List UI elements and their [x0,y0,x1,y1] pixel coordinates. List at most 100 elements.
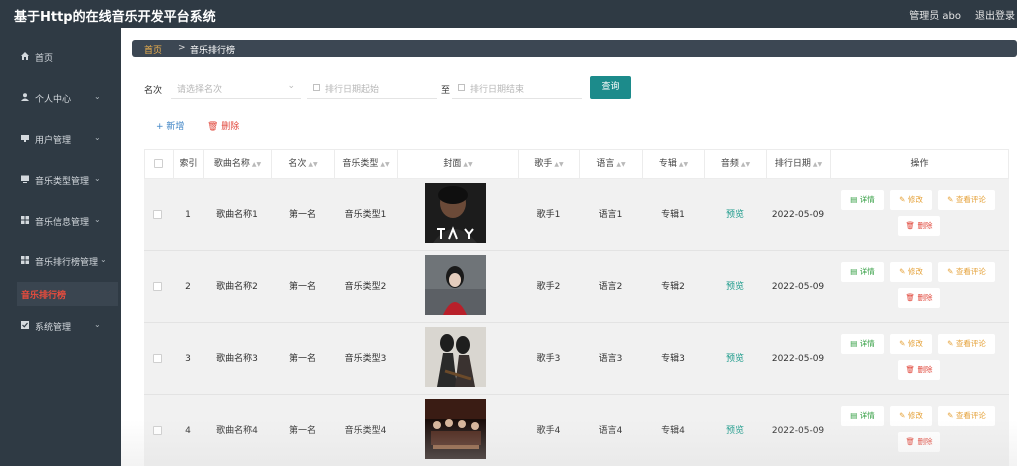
date-start-input[interactable]: 排行日期起始 [307,77,437,99]
cell-album: 专辑4 [661,426,685,436]
trash-icon: 🗑 [905,221,918,230]
cell-index: 1 [185,210,191,220]
table-row: 4 歌曲名称4 第一名 音乐类型4 歌手4 语言4 专辑4 预览 2022-05… [144,395,1009,466]
detail-button[interactable]: ▤ 详情 [841,190,884,210]
cell-song: 歌曲名称2 [216,282,258,292]
breadcrumb-home-link[interactable]: 首页 [144,43,162,56]
cell-song: 歌曲名称3 [216,354,258,364]
view-comments-button[interactable]: ✎ 查看评论 [938,334,995,354]
sidebar-item-label: 个人中心 [35,95,72,105]
rank-filter-label: 名次 [144,86,163,96]
column-header-song[interactable]: 歌曲名称 ▲▼ [204,150,272,178]
logout-link[interactable]: 退出登录 [975,7,1015,22]
edit-icon: ✎ [899,267,908,276]
sidebar-item-system-management[interactable]: 系统管理 ⌄ [0,311,121,341]
sidebar-item-home[interactable]: 首页 [0,42,121,72]
cell-rank: 第一名 [288,282,316,292]
batch-delete-button[interactable]: 🗑 删除 [207,119,239,132]
rank-select[interactable]: 请选择名次 ⌄ [171,77,301,99]
sidebar-item-label: 首页 [35,54,54,64]
column-header-audio[interactable]: 音频 ▲▼ [705,150,767,178]
cell-album: 专辑3 [661,354,685,364]
edit-button[interactable]: ✎ 修改 [890,406,932,426]
cell-singer: 歌手2 [536,282,561,292]
cell-date: 2022-05-09 [771,282,825,292]
sidebar-item-music-info-management[interactable]: 音乐信息管理 ⌄ [0,206,121,236]
audio-preview-link[interactable]: 预览 [704,251,766,323]
audio-preview-link[interactable]: 预览 [704,395,766,466]
row-checkbox[interactable] [153,426,162,435]
add-button[interactable]: + 新增 [156,119,184,132]
sidebar-subitem-music-ranking[interactable]: 音乐排行榜 [17,282,118,306]
column-header-type[interactable]: 音乐类型 ▲▼ [335,150,398,178]
column-header-album[interactable]: 专辑 ▲▼ [643,150,705,178]
row-actions: ▤ 详情 ✎ 修改 ✎ 查看评论 🗑 删除 [841,251,1006,323]
audio-preview-link[interactable]: 预览 [704,323,766,395]
table-row: 1 歌曲名称1 第一名 音乐类型1 歌手1 语言1 专辑1 预览 2022-05… [144,179,1009,251]
calendar-icon [313,84,320,91]
cell-type: 音乐类型3 [344,354,387,364]
sidebar-item-music-ranking-management[interactable]: 音乐排行榜管理 ⌄ [0,246,121,276]
batch-delete-label: 删除 [221,122,240,132]
cell-date: 2022-05-09 [771,426,825,436]
cell-song: 歌曲名称4 [216,426,258,436]
row-delete-button[interactable]: 🗑 删除 [898,432,940,452]
view-comments-button[interactable]: ✎ 查看评论 [938,190,995,210]
sort-icon: ▲▼ [463,161,473,168]
column-header-singer[interactable]: 歌手 ▲▼ [519,150,580,178]
trash-icon: 🗑 [905,437,918,446]
audio-preview-link[interactable]: 预览 [704,179,766,251]
sidebar-item-label: 用户管理 [35,136,72,146]
edit-button[interactable]: ✎ 修改 [890,334,932,354]
sidebar-item-user-management[interactable]: 用户管理 ⌄ [0,124,121,154]
album-cover-image [425,399,486,459]
cell-rank: 第一名 [288,354,316,364]
user-icon [21,93,29,101]
sort-icon: ▲▼ [740,161,751,168]
card-icon [21,135,29,142]
detail-button[interactable]: ▤ 详情 [841,262,884,282]
cell-index: 3 [185,354,191,364]
row-delete-button[interactable]: 🗑 删除 [898,360,940,380]
cell-language: 语言2 [598,282,623,292]
select-all-checkbox[interactable] [154,159,163,168]
edit-icon: ✎ [899,195,908,204]
chevron-down-icon: ⌄ [94,215,101,224]
sort-icon: ▲▼ [380,161,390,168]
row-delete-button[interactable]: 🗑 删除 [898,216,940,236]
row-checkbox[interactable] [153,210,162,219]
row-checkbox[interactable] [153,282,162,291]
column-header-language[interactable]: 语言 ▲▼ [580,150,643,178]
sidebar: 首页 个人中心 ⌄ 用户管理 ⌄ 音乐类型管理 ⌄ 音乐信息管理 ⌄ 音乐排行榜… [0,28,121,466]
breadcrumb-separator: > [178,43,186,53]
column-header-rank[interactable]: 名次 ▲▼ [272,150,335,178]
edit-icon: ✎ [947,267,956,276]
view-comments-button[interactable]: ✎ 查看评论 [938,406,995,426]
row-delete-button[interactable]: 🗑 删除 [898,288,940,308]
row-actions: ▤ 详情 ✎ 修改 ✎ 查看评论 🗑 删除 [841,179,1006,251]
query-button[interactable]: 查询 [590,76,631,99]
sidebar-item-music-type-management[interactable]: 音乐类型管理 ⌄ [0,165,121,195]
document-icon: ▤ [850,267,860,276]
edit-button[interactable]: ✎ 修改 [890,190,932,210]
sort-icon: ▲▼ [308,161,318,168]
column-header-actions: 操作 [910,159,929,169]
date-end-input[interactable]: 排行日期结束 [452,77,582,99]
date-end-placeholder: 排行日期结束 [470,85,525,95]
cell-song: 歌曲名称1 [216,210,258,220]
cell-type: 音乐类型1 [344,210,387,220]
sidebar-item-personal-center[interactable]: 个人中心 ⌄ [0,83,121,113]
column-header-date[interactable]: 排行日期 ▲▼ [767,150,831,178]
row-checkbox[interactable] [153,354,162,363]
cell-type: 音乐类型2 [344,282,387,292]
edit-button[interactable]: ✎ 修改 [890,262,932,282]
column-header-cover[interactable]: 封面 ▲▼ [398,150,519,178]
chevron-down-icon: ⌄ [94,320,101,329]
detail-button[interactable]: ▤ 详情 [841,406,884,426]
cell-singer: 歌手1 [536,210,561,220]
view-comments-button[interactable]: ✎ 查看评论 [938,262,995,282]
cell-date: 2022-05-09 [771,354,825,364]
sort-icon: ▲▼ [616,161,626,168]
detail-button[interactable]: ▤ 详情 [841,334,884,354]
album-cover-image [425,327,486,387]
